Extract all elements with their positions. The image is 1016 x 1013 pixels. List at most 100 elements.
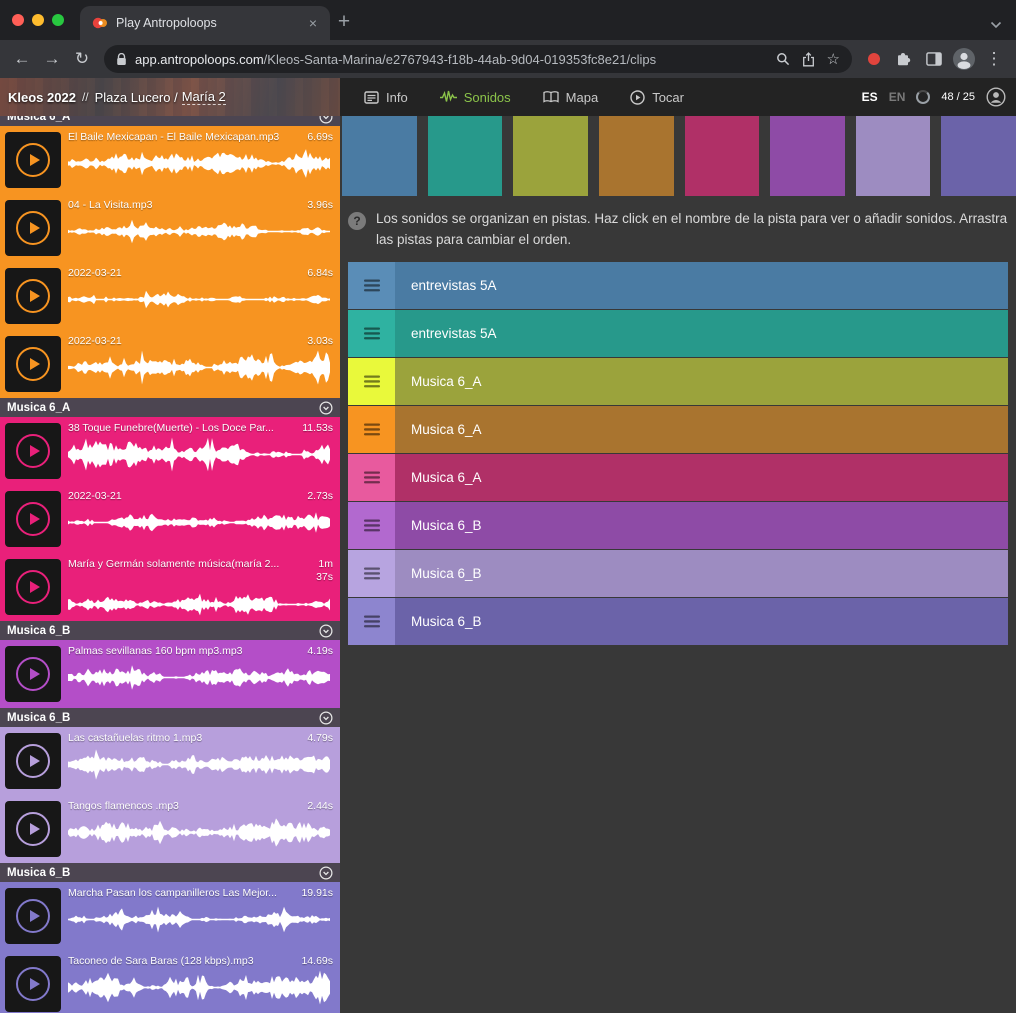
- breadcrumb-project[interactable]: Kleos 2022: [8, 90, 76, 105]
- side-panel-icon[interactable]: [920, 45, 948, 73]
- track-drag-handle[interactable]: [348, 502, 395, 549]
- track-bar[interactable]: Musica 6_B: [395, 502, 1008, 549]
- fullscreen-window-button[interactable]: [52, 14, 64, 26]
- track-row[interactable]: Musica 6_A: [348, 358, 1008, 405]
- clip-play-button[interactable]: [5, 423, 61, 479]
- track-section-header[interactable]: Musica 6_A: [0, 116, 340, 126]
- tab-search-chevron-icon[interactable]: [990, 16, 1002, 34]
- forward-button[interactable]: →: [38, 45, 66, 73]
- nav-sonidos[interactable]: Sonidos: [440, 90, 511, 105]
- section-toggle-icon[interactable]: [319, 624, 333, 638]
- clip-play-button[interactable]: [5, 268, 61, 324]
- track-color-square[interactable]: [342, 116, 417, 196]
- clip-play-button[interactable]: [5, 888, 61, 944]
- section-toggle-icon[interactable]: [319, 116, 333, 124]
- close-window-button[interactable]: [12, 14, 24, 26]
- track-drag-handle[interactable]: [348, 358, 395, 405]
- track-row[interactable]: entrevistas 5A: [348, 262, 1008, 309]
- address-bar[interactable]: app.antropoloops.com/Kleos-Santa-Marina/…: [104, 45, 852, 73]
- track-row[interactable]: Musica 6_A: [348, 454, 1008, 501]
- clip-row[interactable]: Marcha Pasan los campanilleros Las Mejor…: [0, 882, 340, 950]
- track-bar[interactable]: Musica 6_A: [395, 406, 1008, 453]
- breadcrumb-path[interactable]: Plaza Lucero /: [95, 90, 178, 105]
- clip-play-button[interactable]: [5, 559, 61, 615]
- new-tab-button[interactable]: +: [330, 6, 358, 40]
- clip-row[interactable]: 04 - La Visita.mp3 3.96s: [0, 194, 340, 262]
- browser-tab[interactable]: Play Antropoloops ×: [80, 6, 330, 40]
- clip-row[interactable]: El Baile Mexicapan - El Baile Mexicapan.…: [0, 126, 340, 194]
- clip-body: El Baile Mexicapan - El Baile Mexicapan.…: [66, 126, 340, 194]
- browser-menu-kebab-icon[interactable]: ⋮: [980, 45, 1008, 73]
- track-drag-handle[interactable]: [348, 550, 395, 597]
- recording-extension-icon[interactable]: [868, 53, 880, 65]
- track-drag-handle[interactable]: [348, 406, 395, 453]
- clip-play-button[interactable]: [5, 491, 61, 547]
- section-toggle-icon[interactable]: [319, 866, 333, 880]
- track-color-square[interactable]: [770, 116, 845, 196]
- track-drag-handle[interactable]: [348, 598, 395, 645]
- track-row[interactable]: Musica 6_B: [348, 550, 1008, 597]
- track-color-square[interactable]: [428, 116, 503, 196]
- track-bar[interactable]: entrevistas 5A: [395, 262, 1008, 309]
- user-icon[interactable]: [986, 87, 1006, 107]
- track-bar[interactable]: Musica 6_A: [395, 454, 1008, 501]
- clip-play-button[interactable]: [5, 132, 61, 188]
- share-icon[interactable]: [802, 52, 815, 67]
- clip-row[interactable]: 38 Toque Funebre(Muerte) - Los Doce Par.…: [0, 417, 340, 485]
- reload-button[interactable]: ↻: [68, 45, 96, 73]
- minimize-window-button[interactable]: [32, 14, 44, 26]
- nav-mapa-label: Mapa: [566, 90, 599, 105]
- track-bar[interactable]: Musica 6_B: [395, 550, 1008, 597]
- lang-en-button[interactable]: EN: [889, 90, 906, 104]
- nav-tocar[interactable]: Tocar: [630, 90, 684, 105]
- clip-play-button[interactable]: [5, 336, 61, 392]
- section-toggle-icon[interactable]: [319, 401, 333, 415]
- zoom-icon[interactable]: [776, 52, 790, 66]
- track-label: Musica 6_A: [411, 470, 482, 485]
- track-bar[interactable]: entrevistas 5A: [395, 310, 1008, 357]
- header-right: ES EN 48 / 25: [862, 78, 1016, 116]
- track-color-square[interactable]: [599, 116, 674, 196]
- track-bar[interactable]: Musica 6_A: [395, 358, 1008, 405]
- clip-play-button[interactable]: [5, 646, 61, 702]
- track-section-header[interactable]: Musica 6_A: [0, 398, 340, 417]
- clip-row[interactable]: Palmas sevillanas 160 bpm mp3.mp3 4.19s: [0, 640, 340, 708]
- clip-row[interactable]: 2022-03-21 6.84s: [0, 262, 340, 330]
- clip-play-button[interactable]: [5, 733, 61, 789]
- track-row[interactable]: Musica 6_A: [348, 406, 1008, 453]
- track-color-square[interactable]: [685, 116, 760, 196]
- clip-play-button[interactable]: [5, 200, 61, 256]
- track-drag-handle[interactable]: [348, 310, 395, 357]
- clip-row[interactable]: Tangos flamencos .mp3 2.44s: [0, 795, 340, 863]
- track-row[interactable]: Musica 6_B: [348, 502, 1008, 549]
- extensions-puzzle-icon[interactable]: [890, 45, 918, 73]
- clip-row[interactable]: Las castañuelas ritmo 1.mp3 4.79s: [0, 727, 340, 795]
- breadcrumb-current[interactable]: María 2: [182, 89, 226, 105]
- track-color-square[interactable]: [856, 116, 931, 196]
- waveform: [68, 969, 331, 1006]
- track-drag-handle[interactable]: [348, 454, 395, 501]
- nav-info[interactable]: Info: [364, 90, 408, 105]
- track-section-header[interactable]: Musica 6_B: [0, 621, 340, 640]
- track-row[interactable]: Musica 6_B: [348, 598, 1008, 645]
- track-section-header[interactable]: Musica 6_B: [0, 708, 340, 727]
- clip-play-button[interactable]: [5, 801, 61, 857]
- track-row[interactable]: entrevistas 5A: [348, 310, 1008, 357]
- back-button[interactable]: ←: [8, 45, 36, 73]
- track-drag-handle[interactable]: [348, 262, 395, 309]
- profile-avatar[interactable]: [950, 45, 978, 73]
- clip-row[interactable]: Taconeo de Sara Baras (128 kbps).mp3 14.…: [0, 950, 340, 1013]
- clip-row[interactable]: 2022-03-21 3.03s: [0, 330, 340, 398]
- nav-mapa[interactable]: Mapa: [543, 90, 599, 105]
- track-bar[interactable]: Musica 6_B: [395, 598, 1008, 645]
- clip-row[interactable]: 2022-03-21 2.73s: [0, 485, 340, 553]
- section-toggle-icon[interactable]: [319, 711, 333, 725]
- track-section-header[interactable]: Musica 6_B: [0, 863, 340, 882]
- clip-play-button[interactable]: [5, 956, 61, 1012]
- bookmark-star-icon[interactable]: ☆: [827, 52, 840, 67]
- tab-close-icon[interactable]: ×: [304, 14, 322, 32]
- track-color-square[interactable]: [941, 116, 1016, 196]
- track-color-square[interactable]: [513, 116, 588, 196]
- lang-es-button[interactable]: ES: [862, 90, 878, 104]
- clip-row[interactable]: María y Germán solamente música(maría 2.…: [0, 553, 340, 621]
